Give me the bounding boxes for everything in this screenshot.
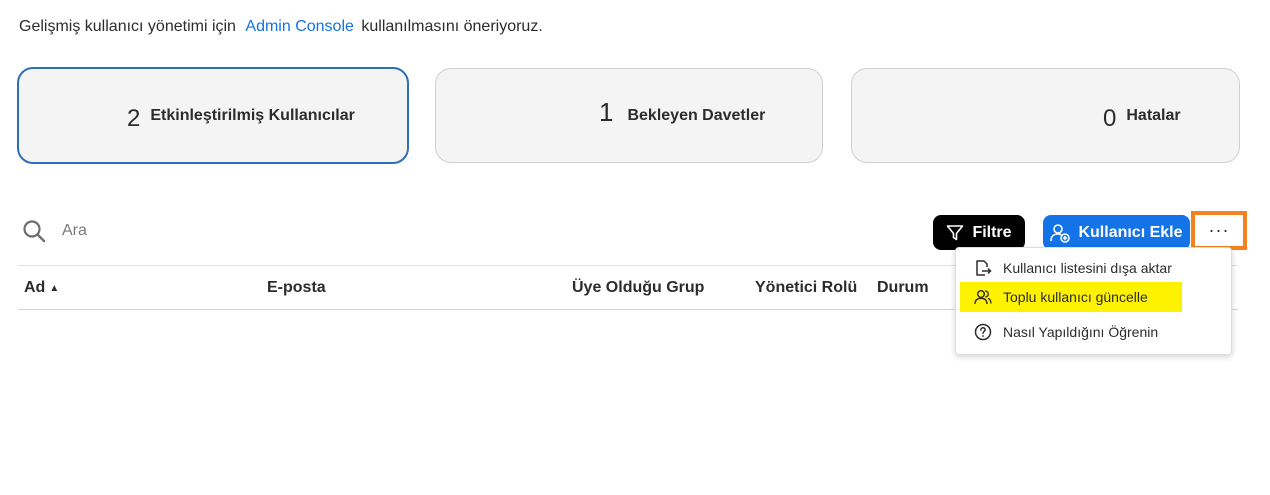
more-options-menu: Kullanıcı listesini dışa aktar Toplu kul… <box>955 247 1232 355</box>
menu-item-bulk-update-users[interactable]: Toplu kullanıcı güncelle <box>960 282 1182 312</box>
filter-icon <box>947 224 964 240</box>
column-header-group[interactable]: Üye Olduğu Grup <box>572 279 704 297</box>
user-management-page: Gelişmiş kullanıcı yönetimi için Admin C… <box>0 0 1270 495</box>
column-header-email[interactable]: E-posta <box>267 279 326 297</box>
menu-item-learn-how-label: Nasıl Yapıldığını Öğrenin <box>1003 324 1159 340</box>
menu-item-export-users[interactable]: Kullanıcı listesini dışa aktar <box>960 253 1182 283</box>
more-icon: ··· <box>1208 220 1230 240</box>
search-bar <box>22 219 362 243</box>
errors-count: 0 <box>1103 104 1117 132</box>
column-header-name[interactable]: Ad ▲ <box>24 279 59 297</box>
filter-button-label: Filtre <box>972 223 1012 241</box>
add-user-icon <box>1050 223 1071 243</box>
menu-item-export-users-label: Kullanıcı listesini dışa aktar <box>1003 260 1172 276</box>
admin-console-banner: Gelişmiş kullanıcı yönetimi için Admin C… <box>19 18 543 36</box>
active-users-count: 2 <box>127 104 141 132</box>
active-users-label: Etkinleştirilmiş Kullanıcılar <box>150 106 355 124</box>
column-header-admin-role[interactable]: Yönetici Rolü <box>755 279 857 297</box>
filter-button[interactable]: Filtre <box>933 215 1025 250</box>
more-options-button[interactable]: ··· <box>1191 211 1247 250</box>
column-header-name-label: Ad <box>24 279 46 296</box>
help-icon <box>974 323 992 341</box>
banner-prefix: Gelişmiş kullanıcı yönetimi için <box>19 18 236 35</box>
users-icon <box>974 290 992 305</box>
pending-invites-card[interactable]: 1 Bekleyen Davetler <box>435 68 823 163</box>
menu-item-bulk-update-users-label: Toplu kullanıcı güncelle <box>1003 289 1148 305</box>
search-icon <box>23 220 46 243</box>
pending-invites-count: 1 <box>599 97 614 127</box>
pending-invites-label: Bekleyen Davetler <box>627 106 766 124</box>
menu-item-learn-how[interactable]: Nasıl Yapıldığını Öğrenin <box>960 317 1182 347</box>
sort-ascending-icon: ▲ <box>49 283 60 294</box>
export-icon <box>976 260 992 276</box>
admin-console-link[interactable]: Admin Console <box>245 18 354 35</box>
banner-suffix: kullanılmasını öneriyoruz. <box>361 18 543 35</box>
add-user-button-label: Kullanıcı Ekle <box>1078 223 1183 241</box>
errors-label: Hatalar <box>1126 106 1181 124</box>
errors-card[interactable]: 0 Hatalar <box>851 68 1240 163</box>
active-users-card[interactable]: 2 Etkinleştirilmiş Kullanıcılar <box>17 67 409 164</box>
search-input[interactable] <box>62 222 362 240</box>
add-user-button[interactable]: Kullanıcı Ekle <box>1043 215 1190 250</box>
column-header-status[interactable]: Durum <box>877 279 929 297</box>
